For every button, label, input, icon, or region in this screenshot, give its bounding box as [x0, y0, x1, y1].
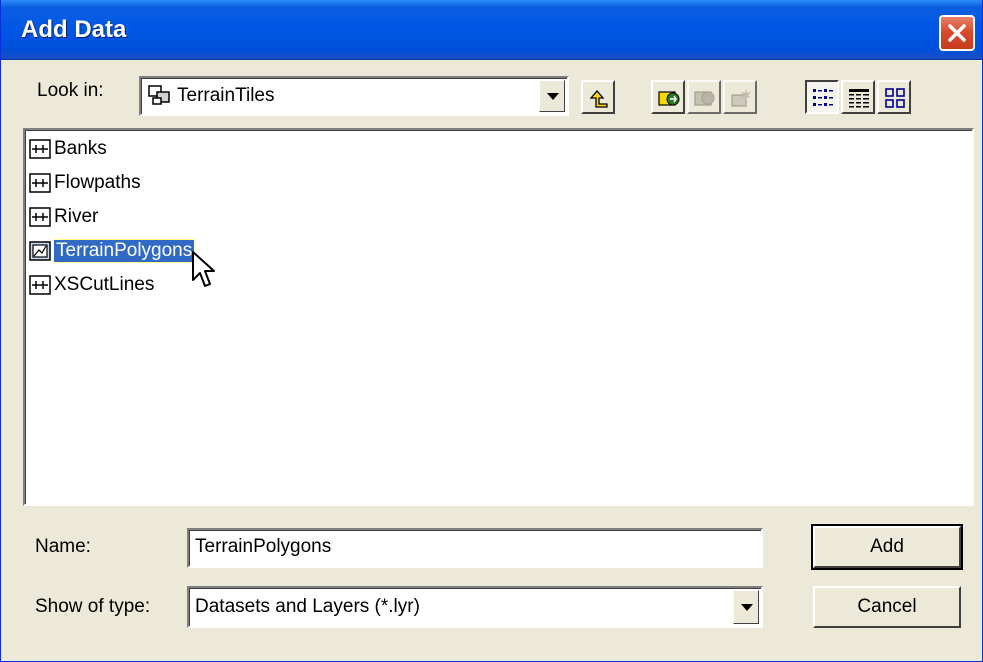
file-name: XSCutLines	[54, 274, 155, 295]
list-item-selected[interactable]: TerrainPolygons	[29, 238, 196, 264]
show-of-type-value: Datasets and Layers (*.lyr)	[195, 596, 420, 617]
window-title: Add Data	[21, 16, 127, 43]
details-view-button[interactable]	[841, 80, 875, 114]
look-in-dropdown[interactable]: TerrainTiles	[139, 76, 569, 116]
look-in-dropdown-arrow[interactable]	[539, 80, 565, 112]
connect-to-folder-button[interactable]	[651, 80, 685, 114]
up-one-level-button[interactable]	[581, 80, 615, 114]
list-item[interactable]: Banks	[29, 136, 107, 162]
close-button[interactable]	[939, 15, 975, 51]
show-of-type-dropdown-arrow[interactable]	[733, 590, 759, 624]
polyline-layer-icon	[29, 275, 51, 295]
new-item-button[interactable]	[723, 80, 757, 114]
close-icon	[948, 24, 966, 42]
look-in-value: TerrainTiles	[177, 85, 275, 106]
details-view-icon	[849, 89, 869, 108]
list-view-button[interactable]	[805, 80, 839, 114]
list-item[interactable]: River	[29, 204, 98, 230]
file-list[interactable]: Banks Flowpaths River TerrainPolygons XS…	[23, 128, 974, 506]
disconnect-from-folder-button[interactable]	[687, 80, 721, 114]
new-item-icon	[731, 89, 751, 107]
file-name: Flowpaths	[54, 172, 141, 193]
list-item[interactable]: XSCutLines	[29, 272, 154, 298]
look-in-label: Look in:	[37, 80, 104, 101]
polyline-layer-icon	[29, 207, 51, 227]
mouse-cursor-icon	[192, 251, 215, 287]
thumbnails-view-button[interactable]	[877, 80, 911, 114]
cancel-button[interactable]: Cancel	[813, 586, 961, 628]
name-label: Name:	[35, 536, 91, 557]
add-data-dialog: Add Data Look in: TerrainTiles Banks Flo…	[0, 0, 983, 662]
show-of-type-label: Show of type:	[35, 596, 151, 617]
title-bar[interactable]: Add Data	[1, 0, 982, 60]
add-button[interactable]: Add	[811, 524, 963, 570]
thumbnails-view-icon	[885, 88, 905, 108]
file-name: River	[54, 206, 99, 227]
connect-to-folder-icon	[658, 91, 680, 106]
polyline-layer-icon	[29, 139, 51, 159]
show-of-type-dropdown[interactable]: Datasets and Layers (*.lyr)	[187, 586, 763, 628]
list-item[interactable]: Flowpaths	[29, 170, 141, 196]
list-view-icon	[813, 89, 833, 106]
name-field[interactable]: TerrainPolygons	[187, 528, 763, 568]
file-name: TerrainPolygons	[52, 239, 196, 263]
disconnect-from-folder-icon	[694, 91, 715, 106]
polygon-layer-icon	[29, 241, 51, 261]
polyline-layer-icon	[29, 173, 51, 193]
folder-connection-icon	[148, 85, 170, 105]
file-name: Banks	[54, 138, 107, 159]
up-one-level-icon	[589, 90, 608, 108]
